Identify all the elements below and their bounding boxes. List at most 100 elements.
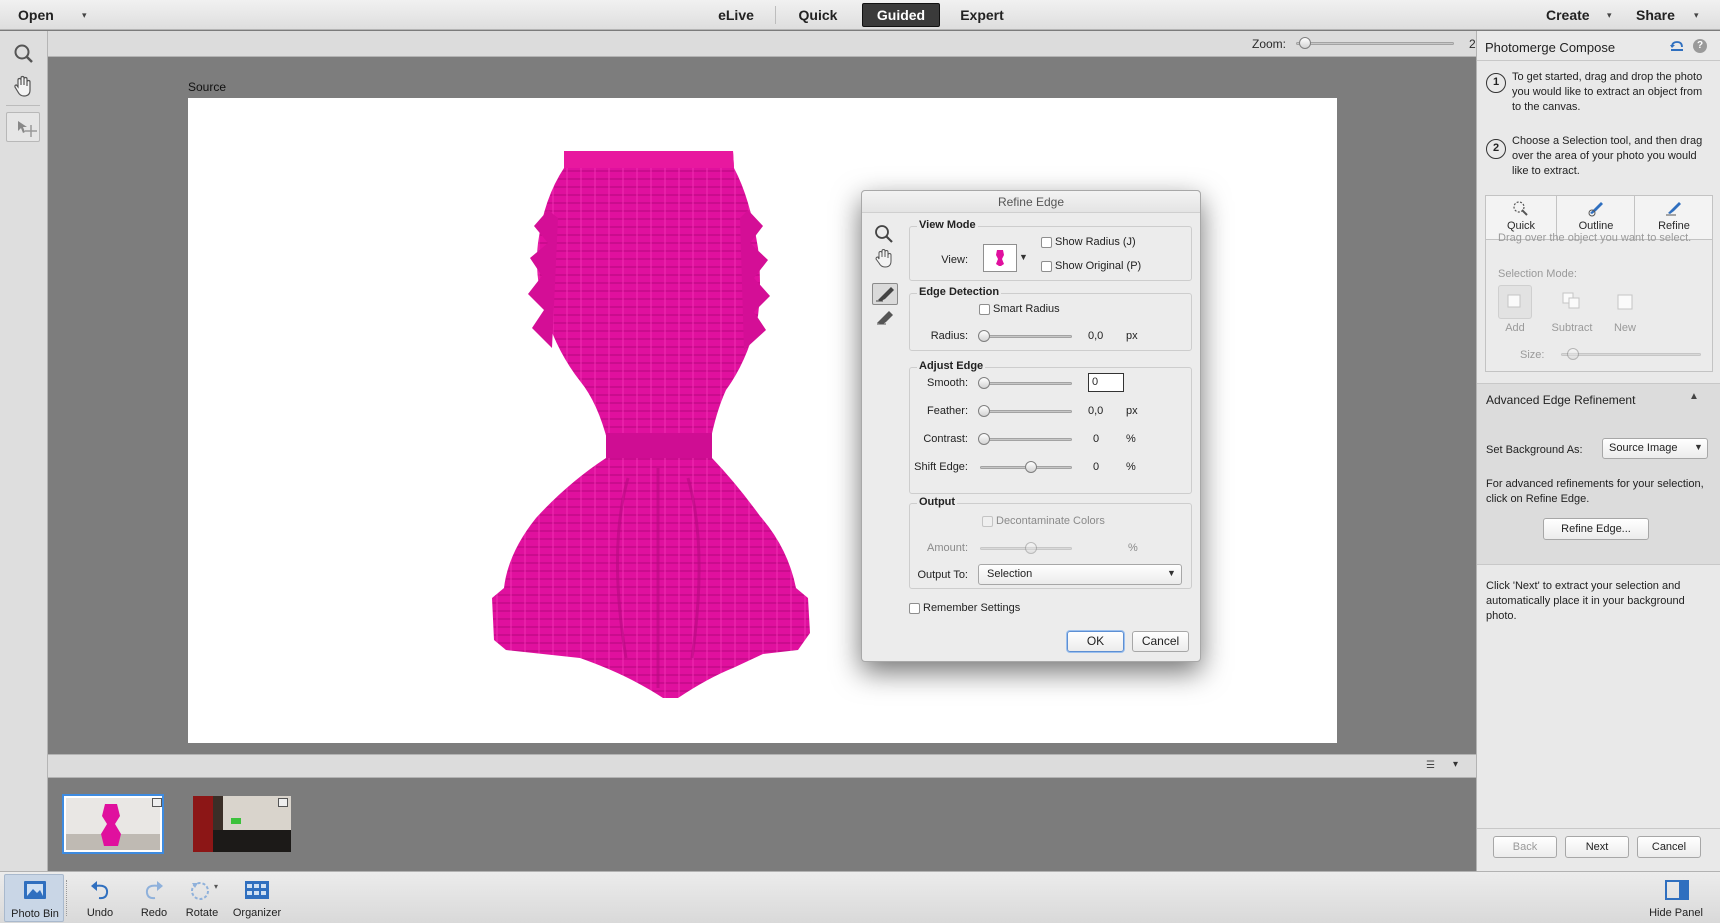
open-button[interactable]: Open (18, 0, 54, 30)
undo-label: Undo (86, 907, 114, 919)
refine-help-text: For advanced refinements for your select… (1486, 478, 1704, 505)
view-mode-title: View Mode (917, 219, 978, 231)
smooth-slider-track[interactable] (980, 382, 1072, 385)
bin-collapse-icon[interactable]: ▾ (1453, 759, 1458, 770)
undo-button[interactable]: Undo (72, 874, 128, 922)
hide-panel-button[interactable]: Hide Panel (1640, 874, 1712, 922)
mode-elive[interactable]: eLive (712, 0, 760, 30)
contrast-slider-track[interactable] (980, 438, 1072, 441)
create-button[interactable]: Create (1546, 0, 1590, 30)
magnifier-icon (14, 44, 33, 63)
edge-detection-group (909, 293, 1192, 351)
tool-hint: Drag over the object you want to select. (1498, 232, 1692, 244)
smart-radius-checkbox[interactable] (979, 304, 990, 315)
smooth-label: Smooth: (927, 377, 968, 389)
vase-thumbnail-image (66, 798, 160, 850)
rotate-button[interactable]: ▾ Rotate (174, 874, 230, 922)
shift-edge-slider-thumb[interactable] (1025, 461, 1037, 473)
source-label: Source (188, 80, 227, 94)
tools-panel (0, 31, 48, 871)
panel-cancel-button[interactable]: Cancel (1637, 836, 1701, 858)
feather-slider-track[interactable] (980, 410, 1072, 413)
bin-thumbnail-2[interactable] (193, 796, 291, 852)
organizer-label: Organizer (232, 907, 282, 919)
contrast-slider-thumb[interactable] (978, 433, 990, 445)
mode-new-button[interactable] (1608, 285, 1642, 319)
refine-edge-button[interactable]: Refine Edge... (1543, 518, 1649, 540)
selection-mode-label: Selection Mode: (1498, 268, 1577, 280)
collapse-icon[interactable]: ▲ (1689, 391, 1699, 402)
help-icon[interactable]: ? (1693, 39, 1707, 53)
guided-panel: Photomerge Compose ? 1 To get started, d… (1476, 31, 1720, 871)
show-radius-checkbox[interactable] (1041, 237, 1052, 248)
organizer-button[interactable]: Organizer (226, 874, 288, 922)
mode-guided[interactable]: Guided (862, 3, 940, 27)
dialog-cancel-button[interactable]: Cancel (1132, 631, 1189, 652)
eraser-icon (877, 311, 893, 325)
ok-button[interactable]: OK (1067, 631, 1124, 652)
dialog-zoom-tool[interactable] (872, 223, 896, 245)
refine-radius-tool[interactable] (872, 283, 898, 305)
size-slider-track[interactable] (1561, 353, 1701, 356)
erase-refinements-tool[interactable] (874, 309, 896, 327)
smooth-input[interactable]: 0 (1088, 373, 1124, 392)
share-button[interactable]: Share (1636, 0, 1675, 30)
dialog-hand-tool[interactable] (872, 247, 896, 269)
set-background-label: Set Background As: (1486, 444, 1583, 456)
rotate-icon (191, 882, 209, 900)
smooth-slider-thumb[interactable] (978, 377, 990, 389)
radius-slider-thumb[interactable] (978, 330, 990, 342)
zoom-tool[interactable] (6, 39, 40, 69)
output-to-dropdown-icon[interactable]: ▼ (1167, 568, 1176, 578)
show-original-checkbox[interactable] (1041, 261, 1052, 272)
move-tool[interactable] (6, 112, 40, 142)
mode-expert[interactable]: Expert (950, 0, 1014, 30)
hand-icon (875, 248, 892, 268)
bin-options-icon[interactable]: ☰ (1426, 760, 1435, 771)
photo-bin (48, 778, 1476, 871)
mode-subtract-button[interactable] (1555, 285, 1589, 319)
mode-add-button[interactable] (1498, 285, 1532, 319)
zoom-slider-track[interactable] (1296, 42, 1454, 45)
open-dropdown-icon[interactable]: ▾ (82, 0, 87, 30)
reset-icon[interactable] (1669, 39, 1685, 53)
step2-text: Choose a Selection tool, and then drag o… (1512, 135, 1703, 177)
photo-bin-button[interactable]: Photo Bin (4, 874, 64, 922)
view-thumbnail[interactable] (983, 244, 1017, 272)
refine-brush-icon (1666, 202, 1681, 216)
hand-tool[interactable] (6, 71, 40, 101)
magnifier-icon (875, 225, 893, 243)
redo-icon (145, 881, 163, 900)
feather-label: Feather: (927, 405, 968, 417)
zoom-label: Zoom: (1252, 37, 1287, 51)
rotate-dropdown-icon[interactable]: ▾ (214, 882, 218, 891)
view-dropdown-icon[interactable]: ▼ (1019, 252, 1028, 262)
back-button[interactable]: Back (1493, 836, 1557, 858)
radius-unit: px (1126, 330, 1138, 342)
size-label: Size: (1520, 349, 1545, 361)
amount-slider-thumb[interactable] (1025, 542, 1037, 554)
output-to-label: Output To: (917, 569, 968, 581)
bin-thumbnail-1[interactable] (62, 794, 164, 854)
mode-new-label: New (1613, 322, 1636, 334)
size-slider-thumb[interactable] (1567, 348, 1579, 360)
create-dropdown-icon[interactable]: ▾ (1607, 0, 1612, 30)
set-background-value: Source Image (1609, 442, 1678, 454)
advanced-title: Advanced Edge Refinement (1486, 393, 1636, 407)
top-bar: Open ▾ eLive Quick Guided Expert Create … (0, 0, 1720, 30)
mode-quick[interactable]: Quick (790, 0, 846, 30)
output-to-select[interactable]: Selection (978, 564, 1182, 585)
set-background-select[interactable]: Source Image (1602, 438, 1708, 459)
zoom-slider-thumb[interactable] (1299, 37, 1311, 49)
next-button[interactable]: Next (1565, 836, 1629, 858)
shift-edge-unit: % (1126, 461, 1136, 473)
photo-bin-bar: ☰ ▾ (48, 754, 1476, 778)
share-dropdown-icon[interactable]: ▾ (1694, 0, 1699, 30)
decontaminate-checkbox[interactable] (982, 516, 993, 527)
step1-number: 1 (1486, 73, 1506, 93)
feather-slider-thumb[interactable] (978, 405, 990, 417)
radius-slider-track[interactable] (980, 335, 1072, 338)
remember-settings-checkbox[interactable] (909, 603, 920, 614)
photo-bin-label: Photo Bin (11, 908, 59, 920)
set-background-dropdown-icon[interactable]: ▼ (1694, 442, 1703, 452)
